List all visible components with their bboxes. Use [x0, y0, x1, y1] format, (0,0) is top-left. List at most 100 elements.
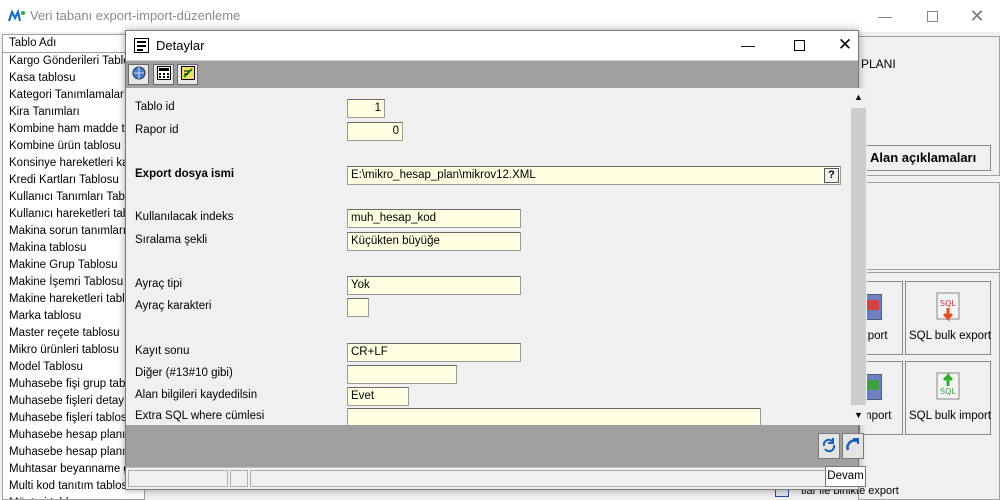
alan-aciklamalari-label: Alan açıklamaları — [870, 150, 977, 165]
main-window-title: Veri tabanı export-import-düzenleme — [30, 8, 241, 23]
minimize-icon: — — [741, 37, 755, 53]
table-list-item[interactable]: Master reçete tablosu — [3, 325, 144, 342]
dialog-maximize-button[interactable] — [776, 29, 822, 61]
siralama-field[interactable]: Küçükten büyüğe — [347, 232, 521, 251]
ayrac-karakter-label: Ayraç karakteri — [135, 300, 212, 312]
table-list-header[interactable]: Tablo Adı — [3, 35, 144, 53]
right-top-panel: PLANI Alan açıklamaları — [858, 36, 1000, 176]
alan-bilgileri-label: Alan bilgileri kaydedilsin — [135, 389, 258, 401]
edit-notes-button[interactable] — [177, 64, 198, 85]
status-panel-3 — [250, 470, 850, 487]
diger-label: Diğer (#13#10 gibi) — [135, 367, 233, 379]
svg-text:SQL: SQL — [940, 387, 956, 396]
sql-bulk-import-label: SQL bulk import — [909, 410, 992, 422]
sql-bulk-import-button[interactable]: SQL SQL bulk import — [905, 361, 991, 435]
table-list-item[interactable]: Kombine ürün tablosu — [3, 138, 144, 155]
kayit-sonu-field[interactable]: CR+LF — [347, 343, 521, 362]
tablo-id-label: Tablo id — [135, 101, 175, 113]
table-list-item[interactable]: Muhasebe fişleri tablosu — [3, 410, 144, 427]
table-list-item[interactable]: Müşteri tablosu — [3, 495, 144, 499]
close-icon: ✕ — [969, 5, 985, 26]
table-list-item[interactable]: Kargo Gönderileri Tablosu — [3, 53, 144, 70]
table-list-item[interactable]: Muhasebe fişi grup tablosu — [3, 376, 144, 393]
table-list-item[interactable]: Model Tablosu — [3, 359, 144, 376]
table-list-item[interactable]: Kullanıcı hareketleri tablosu — [3, 206, 144, 223]
devam-button[interactable] — [842, 433, 864, 459]
extra-sql-label: Extra SQL where cümlesi — [135, 410, 265, 422]
sql-bulk-export-button[interactable]: SQL SQL bulk export — [905, 281, 991, 355]
table-list-item[interactable]: Muhtasar beyanname grupları — [3, 461, 144, 478]
svg-text:SQL: SQL — [940, 299, 956, 308]
status-panel-2 — [230, 470, 248, 487]
table-list-item[interactable]: Kredi Kartları Tablosu — [3, 172, 144, 189]
alan-bilgileri-field[interactable]: Evet — [347, 387, 409, 406]
minimize-icon: — — [878, 8, 892, 24]
refresh-icon — [821, 437, 837, 456]
table-list-item[interactable]: Multi kod tanıtım tablosu — [3, 478, 144, 495]
table-list-item[interactable]: Makine Grup Tablosu — [3, 257, 144, 274]
table-list-items: Kargo Gönderileri Tablosu Kasa tablosu Kat… — [3, 53, 144, 499]
export-dosya-value: E:\mikro_hesap_plan\mikrov12.XML — [351, 169, 536, 181]
dialog-close-button[interactable]: ✕ — [822, 29, 868, 61]
table-list-item[interactable]: Muhasebe hesap planı grupları — [3, 427, 144, 444]
table-list-item[interactable]: Makina sorun tanımları tablosu — [3, 223, 144, 240]
alan-aciklamalari-button[interactable]: Alan açıklamaları — [859, 145, 991, 171]
table-list-item[interactable]: Kasa tablosu — [3, 70, 144, 87]
siralama-label: Sıralama şekli — [135, 234, 208, 246]
dialog-toolbar — [126, 60, 858, 88]
table-list-item[interactable]: Makine hareketleri tablosu — [3, 291, 144, 308]
refresh-button[interactable] — [818, 433, 840, 459]
help-globe-icon — [132, 66, 146, 83]
table-list-item[interactable]: Muhasebe hesap planı tablosu — [3, 444, 144, 461]
details-dialog: Detaylar — ✕ Tablo id 1 Rapor id 0 Expor… — [125, 30, 867, 490]
table-list-item[interactable]: Mikro ürünleri tablosu — [3, 342, 144, 359]
table-list-item[interactable]: Kira Tanımları — [3, 104, 144, 121]
tablo-id-field[interactable]: 1 — [347, 99, 385, 118]
sql-bulk-export-label: SQL bulk export — [909, 330, 992, 342]
continue-arrow-icon — [845, 437, 861, 456]
kayit-sonu-label: Kayıt sonu — [135, 345, 190, 357]
dialog-vertical-scrollbar[interactable]: ▲ ▼ — [850, 88, 867, 425]
export-dosya-field[interactable]: E:\mikro_hesap_plan\mikrov12.XML ? — [347, 166, 841, 185]
diger-field[interactable] — [347, 365, 457, 384]
right-bottom-panel: xport SQL SQL bulk export mport SQL SQL … — [775, 272, 1000, 500]
app-logo-icon — [7, 8, 26, 26]
dialog-statusbar — [126, 467, 858, 489]
sql-export-icon: SQL — [936, 292, 962, 327]
main-minimize-button[interactable]: — — [862, 0, 908, 32]
table-list-item[interactable]: Konsinye hareketleri kayıtları — [3, 155, 144, 172]
table-list-item[interactable]: Marka tablosu — [3, 308, 144, 325]
ayrac-karakter-field[interactable] — [347, 298, 369, 317]
table-list-item[interactable]: Makina tablosu — [3, 240, 144, 257]
scroll-up-icon[interactable]: ▲ — [854, 92, 863, 102]
main-close-button[interactable]: ✕ — [954, 0, 1000, 32]
rapor-id-field[interactable]: 0 — [347, 122, 403, 141]
browse-button[interactable]: ? — [824, 168, 839, 183]
maximize-icon — [793, 39, 805, 51]
table-list-item[interactable]: Muhasebe fişleri detay tablosu — [3, 393, 144, 410]
dialog-content: Tablo id 1 Rapor id 0 Export dosya ismi … — [126, 88, 850, 427]
calculator-button[interactable] — [153, 64, 174, 85]
dialog-footer — [126, 425, 864, 467]
table-list-item[interactable]: Kategori Tanımlamaları Tablosu — [3, 87, 144, 104]
indeks-label: Kullanılacak indeks — [135, 211, 234, 223]
scroll-thumb[interactable] — [851, 108, 866, 405]
indeks-field[interactable]: muh_hesap_kod — [347, 209, 521, 228]
help-button[interactable] — [128, 64, 149, 85]
main-titlebar: Veri tabanı export-import-düzenleme — ✕ — [0, 0, 1000, 32]
table-list-item[interactable]: Makine İşemri Tablosu — [3, 274, 144, 291]
devam-tooltip: Devam — [825, 466, 866, 487]
ayrac-tipi-field[interactable]: Yok — [347, 276, 521, 295]
dialog-minimize-button[interactable]: — — [725, 29, 771, 61]
scroll-down-icon[interactable]: ▼ — [854, 410, 863, 420]
table-list-item[interactable]: Kombine ham madde tablosu — [3, 121, 144, 138]
main-maximize-button[interactable] — [909, 0, 955, 32]
dialog-titlebar: Detaylar — ✕ — [126, 31, 858, 60]
table-list[interactable]: Tablo Adı Kargo Gönderileri Tablosu Kasa … — [2, 34, 145, 500]
table-list-item[interactable]: Kullanıcı Tanımları Tablosu — [3, 189, 144, 206]
export-dosya-label: Export dosya ismi — [135, 168, 235, 180]
sql-import-icon: SQL — [936, 372, 962, 407]
dialog-app-icon — [134, 38, 149, 56]
maximize-icon — [926, 10, 938, 22]
edit-notes-icon — [180, 66, 195, 83]
